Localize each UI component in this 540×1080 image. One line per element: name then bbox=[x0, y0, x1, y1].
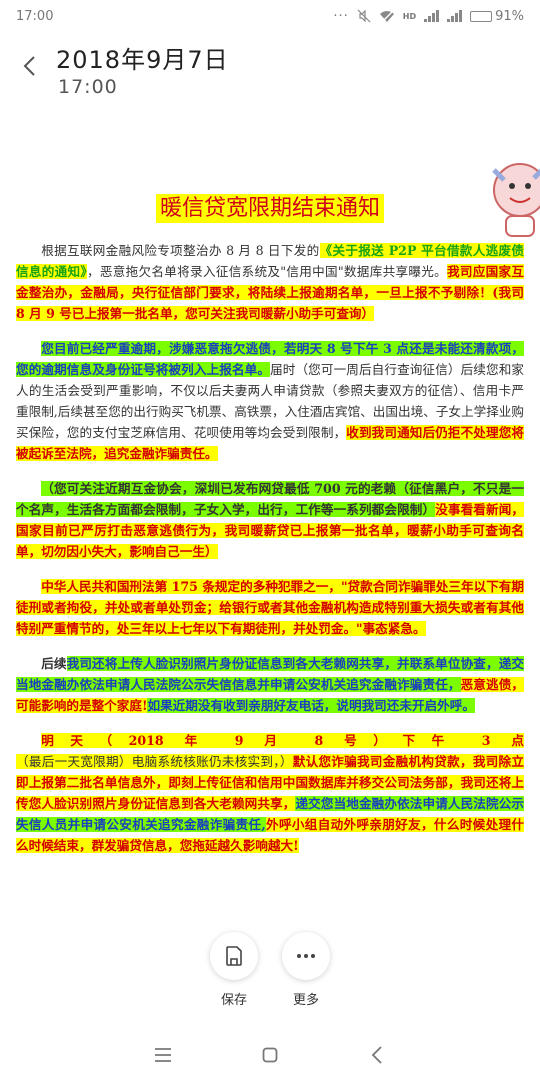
hd-label: HD bbox=[402, 11, 417, 21]
document-body: 根据互联网金融风险专项整治办 8 月 8 日下发的《关于报送 P2P 平台借款人… bbox=[16, 240, 525, 870]
p5-highlight-1: 我司还将上传人脸识别照片身份证信息到各大老赖网共享，并联系单位协查，递交当地金融… bbox=[16, 656, 525, 692]
p4-text-1: 中华人民共和国刑法第 175 条规定的多种犯罪之一， bbox=[41, 579, 341, 594]
paragraph-2: 您目前已经严重逾期，涉嫌恶意拖欠逃债，若明天 8 号下午 3 点还是未能还清款项… bbox=[16, 338, 525, 464]
paragraph-6: 明天（2018 年 9 月 8 号）下午 3 点 （最后一天宽限期）电脑系统核账仍… bbox=[16, 730, 525, 856]
p5-text-1: 后续 bbox=[41, 656, 67, 671]
more-label: 更多 bbox=[292, 993, 319, 1008]
menu-icon bbox=[155, 1048, 172, 1062]
system-nav-bar bbox=[0, 1030, 540, 1080]
more-dots-icon bbox=[297, 954, 315, 958]
nav-home-button[interactable] bbox=[250, 1035, 290, 1075]
status-time: 17:00 bbox=[16, 8, 54, 24]
nav-back-button[interactable] bbox=[357, 1035, 397, 1075]
signal-icon-2 bbox=[447, 10, 463, 22]
status-icons: ··· HD 91% bbox=[333, 9, 524, 24]
save-label: 保存 bbox=[220, 993, 247, 1008]
chevron-left-icon bbox=[23, 56, 35, 76]
p6-text-1: 明天（2018 年 9 月 8 号）下午 3 点 bbox=[41, 733, 524, 748]
document-title-text: 暖信贷宽限期结束通知 bbox=[155, 194, 384, 223]
more-button-circle[interactable] bbox=[282, 932, 330, 980]
battery-percent: 91% bbox=[495, 8, 524, 24]
paragraph-1: 根据互联网金融风险专项整治办 8 月 8 日下发的《关于报送 P2P 平台借款人… bbox=[16, 240, 525, 324]
mute-icon bbox=[357, 9, 371, 23]
p5-highlight-3: 如果近期没有收到亲朋好友电话，说明我司还未开启外呼。 bbox=[147, 698, 475, 713]
p6-text-2: （最后一天宽限期）电脑系统核账仍未核实到，） bbox=[16, 754, 293, 769]
nav-menu-button[interactable] bbox=[143, 1035, 183, 1075]
signal-icon-1 bbox=[424, 10, 440, 22]
battery-icon bbox=[470, 10, 493, 22]
more-button[interactable]: 更多 bbox=[276, 932, 336, 1008]
note-time: 17:00 bbox=[58, 76, 118, 98]
p1-text-1: 根据互联网金融风险专项整治办 8 月 8 日下发的 bbox=[41, 243, 320, 258]
action-bar: 保存 更多 bbox=[0, 932, 540, 1022]
paragraph-4: 中华人民共和国刑法第 175 条规定的多种犯罪之一，"贷款合同诈骗罪处三年以下有… bbox=[16, 576, 524, 639]
note-header: 2018年9月7日 17:00 bbox=[0, 36, 540, 106]
paragraph-5: 后续我司还将上传人脸识别照片身份证信息到各大老赖网共享，并联系单位协查，递交当地… bbox=[16, 653, 525, 716]
document-title: 暖信贷宽限期结束通知 bbox=[0, 190, 540, 223]
save-button[interactable]: 保存 bbox=[204, 932, 264, 1008]
status-bar: 17:00 ··· HD 91% bbox=[0, 0, 540, 32]
more-dots-status: ··· bbox=[333, 8, 349, 24]
battery-indicator: 91% bbox=[470, 9, 524, 24]
home-icon bbox=[262, 1047, 278, 1063]
p1-text-2: ，恶意拖欠名单将录入征信系统及"信用中国"数据库共享曝光。 bbox=[87, 264, 447, 279]
back-icon bbox=[371, 1046, 382, 1064]
paragraph-3: （您可关注近期互金协会，深圳已发布网贷最低 700 元的老赖（征信黑户，不只是一… bbox=[16, 478, 525, 562]
save-icon bbox=[226, 946, 242, 966]
save-button-circle[interactable] bbox=[210, 932, 258, 980]
back-button[interactable] bbox=[14, 46, 44, 86]
note-date: 2018年9月7日 bbox=[56, 46, 229, 74]
wifi-icon bbox=[379, 10, 394, 22]
